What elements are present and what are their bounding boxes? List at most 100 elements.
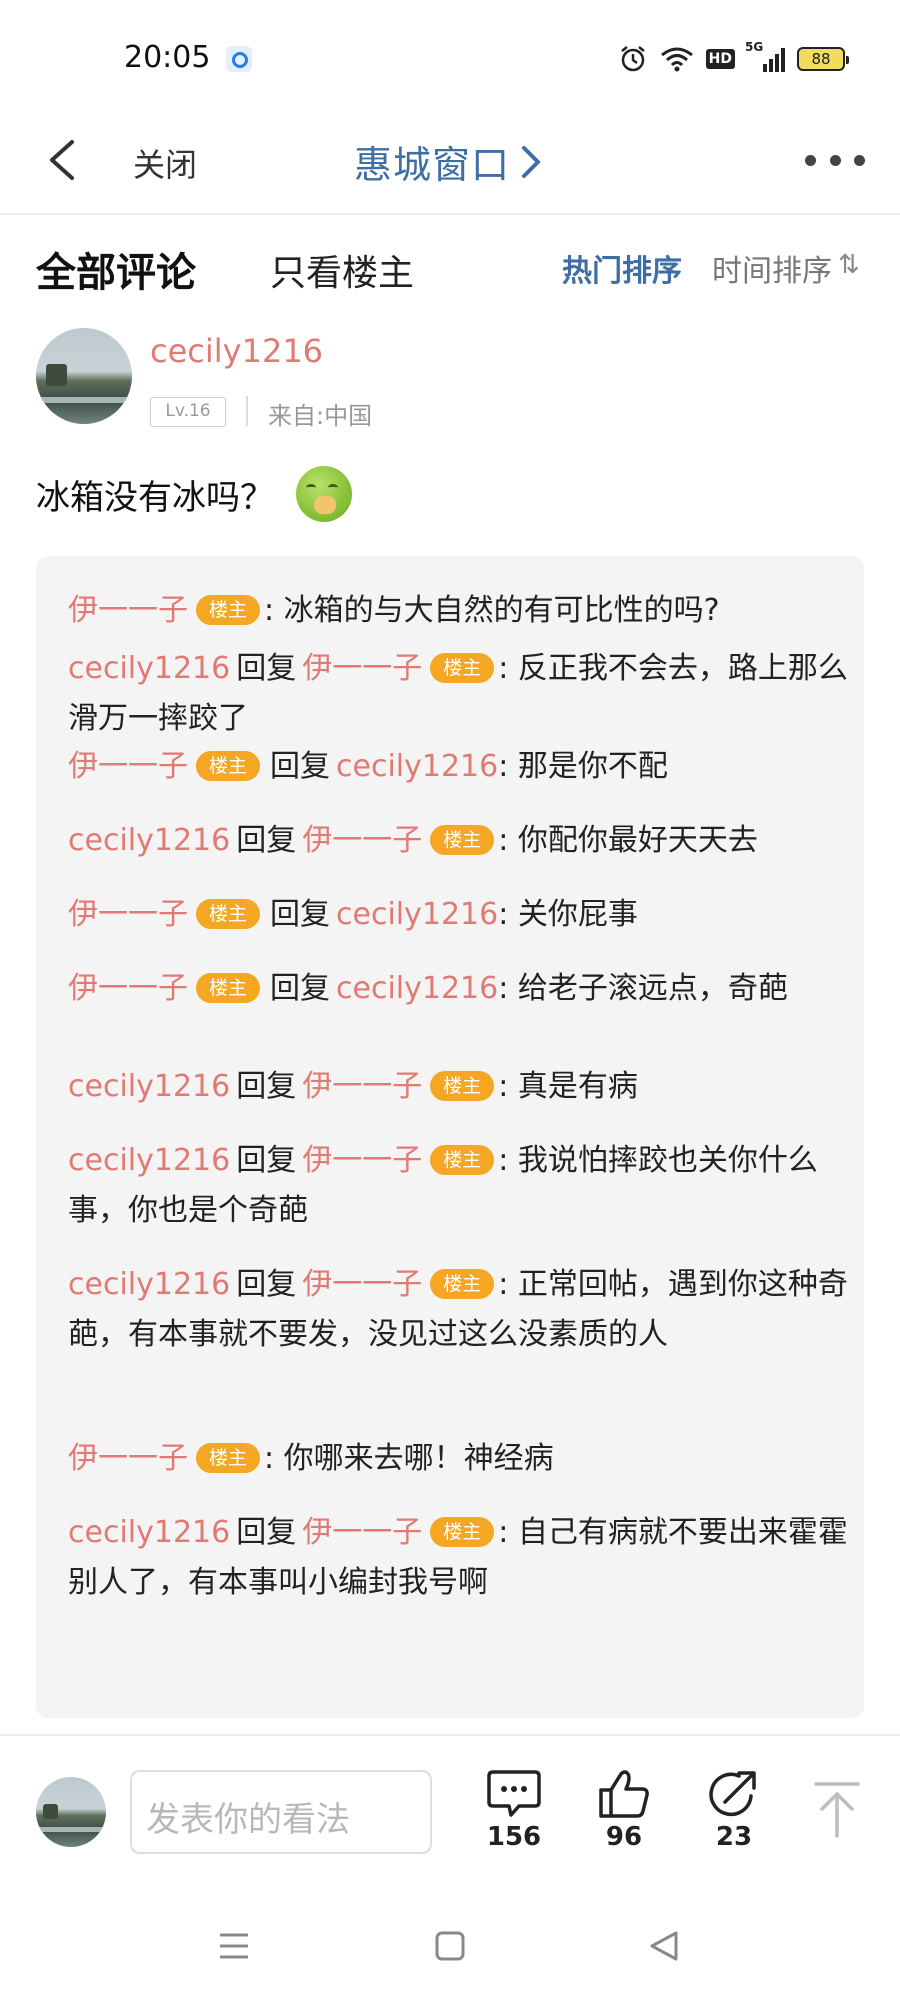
sort-time-button[interactable]: 时间排序	[712, 246, 832, 290]
laughing-emoji-icon	[296, 466, 352, 522]
owner-badge: 楼主	[196, 751, 261, 781]
reply-username[interactable]: cecily1216	[68, 1267, 230, 1302]
reply-text: : 真是有病	[498, 1069, 638, 1104]
avatar[interactable]	[36, 328, 132, 424]
reply-item[interactable]: 伊一一子 楼主: 冰箱的与大自然的有可比性的吗?	[68, 586, 848, 636]
share-button[interactable]: 23	[694, 1768, 774, 1852]
reply-item[interactable]: cecily1216 回复 伊一一子 楼主: 真是有病	[68, 1062, 848, 1112]
post-username[interactable]: cecily1216	[150, 332, 323, 370]
owner-badge: 楼主	[196, 973, 261, 1003]
owner-badge: 楼主	[430, 1145, 495, 1175]
reply-username[interactable]: cecily1216	[68, 1143, 230, 1178]
signal-icon: 5G	[745, 40, 785, 72]
status-bar: 20:05 HD 5G 88	[0, 0, 900, 120]
reply-label: 回复	[236, 651, 297, 686]
reply-target-username[interactable]: cecily1216	[336, 971, 498, 1006]
home-square-icon[interactable]	[434, 1930, 466, 1962]
owner-badge: 楼主	[196, 899, 261, 929]
tab-owner-only[interactable]: 只看楼主	[270, 244, 414, 296]
hd-icon: HD	[705, 49, 735, 69]
status-icons: HD 5G 88	[618, 40, 849, 74]
owner-badge: 楼主	[430, 825, 495, 855]
back-triangle-icon[interactable]	[648, 1930, 680, 1962]
reply-item[interactable]: 伊一一子 楼主: 你哪来去哪！神经病	[68, 1434, 848, 1484]
reply-item[interactable]: cecily1216 回复 伊一一子 楼主: 反正我不会去，路上那么滑万一摔跤了	[68, 644, 848, 744]
owner-badge: 楼主	[430, 1517, 495, 1547]
reply-target-username[interactable]: 伊一一子	[302, 651, 422, 686]
reply-target-username[interactable]: cecily1216	[336, 749, 498, 784]
reply-username[interactable]: cecily1216	[68, 823, 230, 858]
reply-username[interactable]: cecily1216	[68, 1069, 230, 1104]
alarm-icon	[620, 46, 645, 72]
post-content: 冰箱没有冰吗？	[36, 466, 352, 522]
reply-username[interactable]: 伊一一子	[68, 971, 188, 1006]
reply-username[interactable]: 伊一一子	[68, 593, 188, 628]
bottom-divider	[0, 1734, 900, 1736]
reply-target-username[interactable]: 伊一一子	[302, 1267, 422, 1302]
comments-button[interactable]: 156	[474, 1768, 554, 1852]
chevron-right-icon	[522, 145, 541, 178]
network-type: 5G	[745, 40, 764, 54]
forum-title: 惠城窗口	[354, 143, 511, 187]
reply-item[interactable]: 伊一一子 楼主 回复 cecily1216: 那是你不配	[68, 742, 848, 792]
reply-target-username[interactable]: 伊一一子	[302, 1515, 422, 1550]
level-badge: Lv.16	[150, 397, 226, 427]
likes-count: 96	[605, 1822, 643, 1852]
share-arrow-icon	[709, 1771, 756, 1817]
reply-username[interactable]: cecily1216	[68, 1515, 230, 1550]
owner-badge: 楼主	[196, 595, 261, 625]
sort-order-icon[interactable]: ⇅	[838, 250, 860, 280]
close-button[interactable]: 关闭	[133, 140, 197, 186]
scroll-to-top-icon[interactable]	[812, 1780, 862, 1840]
reply-item[interactable]: cecily1216 回复 伊一一子 楼主: 正常回帖，遇到你这种奇葩，有本事就不要发…	[68, 1260, 848, 1360]
reply-item[interactable]: 伊一一子 楼主 回复 cecily1216: 给老子滚远点，奇葩	[68, 964, 848, 1014]
comments-count: 156	[486, 1822, 542, 1852]
reply-item[interactable]: 伊一一子 楼主 回复 cecily1216: 关你屁事	[68, 890, 848, 940]
comment-tabs: 全部评论 只看楼主 热门排序 时间排序 ⇅	[0, 240, 900, 300]
reply-item[interactable]: cecily1216 回复 伊一一子 楼主: 我说怕摔跤也关你什么事，你也是个奇葩	[68, 1136, 848, 1236]
comment-input[interactable]: 发表你的看法	[130, 1770, 432, 1854]
avatar[interactable]	[36, 1777, 106, 1847]
sort-hot-button[interactable]: 热门排序	[562, 246, 682, 290]
thumbs-up-icon	[599, 1770, 649, 1818]
reply-label: 回复	[236, 1267, 297, 1302]
reply-text: : 你配你最好天天去	[498, 823, 758, 858]
like-button[interactable]: 96	[584, 1768, 664, 1852]
reply-label: 回复	[236, 1143, 297, 1178]
reply-label: 回复	[236, 1069, 297, 1104]
system-navigation-bar	[0, 1930, 900, 1980]
forum-title-link[interactable]: 惠城窗口	[354, 134, 544, 189]
reply-username[interactable]: 伊一一子	[68, 1441, 188, 1476]
reply-target-username[interactable]: 伊一一子	[302, 1143, 422, 1178]
reply-text: : 你哪来去哪！神经病	[264, 1441, 554, 1476]
meta-divider	[246, 396, 248, 426]
reply-target-username[interactable]: 伊一一子	[302, 823, 422, 858]
menu-icon[interactable]	[218, 1930, 250, 1962]
reply-label: 回复	[270, 749, 331, 784]
reply-text: : 给老子滚远点，奇葩	[498, 971, 788, 1006]
reply-username[interactable]: cecily1216	[68, 651, 230, 686]
more-menu-icon[interactable]	[805, 140, 865, 180]
reply-label: 回复	[236, 1515, 297, 1550]
reply-username[interactable]: 伊一一子	[68, 749, 188, 784]
status-time: 20:05	[124, 40, 211, 75]
reply-text: : 关你屁事	[498, 897, 638, 932]
reply-item[interactable]: cecily1216 回复 伊一一子 楼主: 自己有病就不要出来霍霍别人了，有本事叫小…	[68, 1508, 848, 1608]
owner-badge: 楼主	[430, 653, 495, 683]
reply-item[interactable]: cecily1216 回复 伊一一子 楼主: 你配你最好天天去	[68, 816, 848, 866]
wifi-icon	[660, 47, 693, 72]
battery-icon: 88	[797, 47, 849, 71]
reply-label: 回复	[236, 823, 297, 858]
tab-all-comments[interactable]: 全部评论	[36, 240, 196, 298]
reply-label: 回复	[270, 971, 331, 1006]
reply-target-username[interactable]: 伊一一子	[302, 1069, 422, 1104]
back-arrow-icon[interactable]	[40, 134, 84, 186]
owner-badge: 楼主	[430, 1269, 495, 1299]
app-notification-icon	[226, 46, 252, 72]
owner-badge: 楼主	[196, 1443, 261, 1473]
replies-box: 伊一一子 楼主: 冰箱的与大自然的有可比性的吗? cecily1216 回复 伊一一子…	[36, 556, 864, 1718]
reply-target-username[interactable]: cecily1216	[336, 897, 498, 932]
reply-username[interactable]: 伊一一子	[68, 897, 188, 932]
reply-text: : 那是你不配	[498, 749, 668, 784]
shares-count: 23	[715, 1822, 753, 1852]
